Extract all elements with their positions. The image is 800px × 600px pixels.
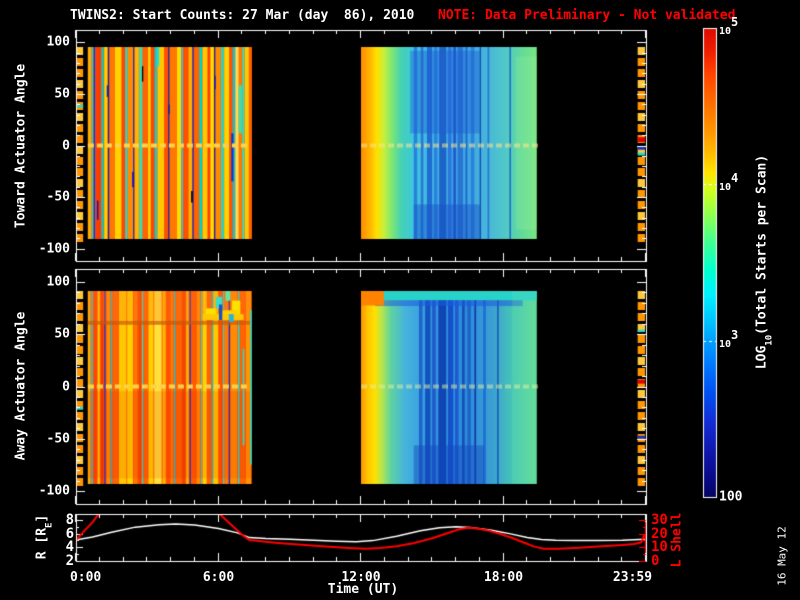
date-stamp: 16 May 12 [775, 526, 789, 586]
p3-ltick-0: 0 [651, 552, 660, 569]
xtick-0:00: 0:00 [69, 570, 102, 585]
y-axis-label-r: R [RE] [34, 515, 55, 560]
p3-rtick-2: 2 [65, 552, 74, 569]
xtick-18:00: 18:00 [483, 570, 524, 585]
y-axis-label-away: Away Actuator Angle [13, 311, 29, 461]
colorbar-label-pre: LOG [754, 345, 770, 370]
p1-ytick-100: 100 [46, 34, 70, 50]
preliminary-note: NOTE: Data Preliminary - Not validated [438, 8, 736, 23]
plot-window: TWINS2: Start Counts: 27 Mar (day 86), 2… [0, 0, 800, 600]
plot-title: TWINS2: Start Counts: 27 Mar (day 86), 2… [70, 8, 415, 23]
cbar-tick-100: 100 [719, 489, 743, 505]
p2-ytick--50: -50 [46, 431, 70, 447]
cbar-tick-105: 105 [719, 14, 739, 38]
p2-ytick--100: -100 [38, 483, 70, 499]
xtick-12:00: 12:00 [341, 570, 381, 585]
p2-ytick-100: 100 [46, 274, 70, 290]
cbar-tick-104: 104 [719, 171, 739, 194]
r-label-pre: R [R [34, 527, 50, 560]
p1-ytick--50: -50 [46, 189, 70, 205]
p1-ytick-50: 50 [54, 86, 70, 102]
cbar-tick-103: 103 [719, 327, 739, 350]
p2-ytick-0: 0 [62, 379, 70, 394]
colorbar-label-sub: 10 [764, 334, 775, 346]
p1-ytick--100: -100 [38, 241, 70, 257]
colorbar-label: LOG10(Total Starts per Scan) [754, 154, 775, 370]
spectrogram-plot-canvas [0, 0, 800, 600]
r-label-sub: E [44, 522, 55, 528]
colorbar-label-post: (Total Starts per Scan) [754, 154, 770, 335]
xtick-23:59: 23:59 [612, 570, 653, 585]
y-axis-label-lshell: L Shell [669, 512, 685, 568]
p2-ytick-50: 50 [54, 326, 70, 342]
xtick-6:00: 6:00 [202, 570, 235, 585]
p1-ytick-0: 0 [62, 138, 70, 153]
y-axis-label-toward: Toward Actuator Angle [13, 63, 29, 229]
